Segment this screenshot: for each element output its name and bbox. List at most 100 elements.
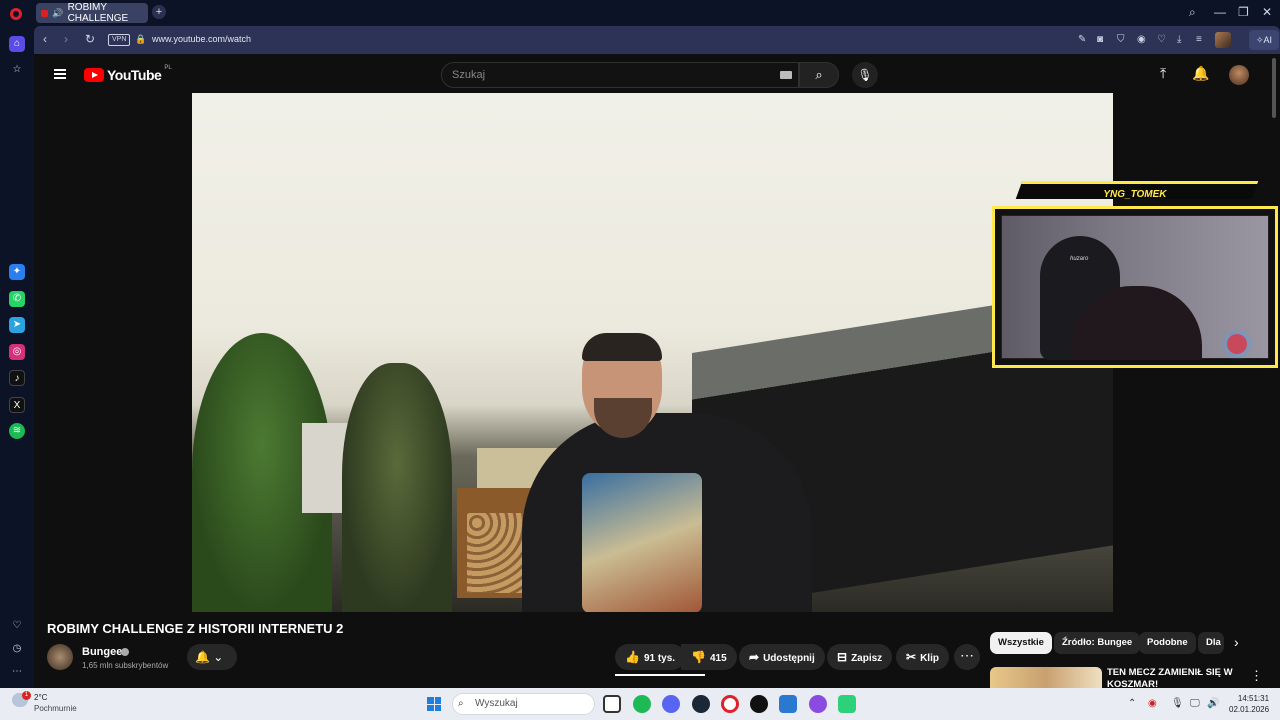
maximize-button[interactable]: ❐: [1238, 5, 1249, 19]
close-window-button[interactable]: ✕: [1262, 5, 1272, 19]
microphone-tray-icon[interactable]: 🎙: [1171, 698, 1184, 709]
chevron-right-icon[interactable]: ›: [1234, 634, 1239, 650]
clip-button[interactable]: ✂ Klip: [896, 644, 949, 670]
vpn-badge[interactable]: VPN: [108, 34, 131, 46]
voice-search-mic-icon[interactable]: 🎙: [852, 62, 878, 88]
scissors-icon: ✂: [906, 650, 917, 664]
chip-for-you[interactable]: Dla: [1198, 632, 1224, 654]
discord-taskbar-icon[interactable]: [662, 695, 680, 713]
date: 02.01.2026: [1229, 705, 1270, 714]
history-icon[interactable]: ◷: [9, 641, 25, 657]
network-icon[interactable]: 🖵: [1190, 698, 1200, 709]
profile-avatar[interactable]: [1215, 32, 1231, 48]
thumbs-up-icon: 👍: [625, 650, 640, 664]
taskbar-search[interactable]: Wyszukaj: [452, 693, 595, 715]
search-box[interactable]: Szukaj: [441, 62, 799, 88]
telegram-icon[interactable]: ➤: [9, 317, 25, 333]
bookmark-icon: ⊟: [837, 650, 848, 664]
recommendation-more-icon[interactable]: ⋮: [1250, 668, 1263, 684]
search-tabs-icon[interactable]: ⌕: [1189, 5, 1196, 20]
notifications-bell-icon[interactable]: 🔔: [1192, 65, 1209, 82]
webcam-name: YNG_TOMEK: [1103, 189, 1167, 200]
app-taskbar-icon[interactable]: [779, 695, 797, 713]
edit-icon[interactable]: ✎: [1078, 34, 1086, 45]
chevron-up-icon[interactable]: ⌃: [1128, 698, 1136, 709]
spotify-icon[interactable]: ≋: [9, 423, 25, 439]
extension-icon[interactable]: ◉: [1137, 34, 1146, 45]
youtube-play-icon: [84, 68, 104, 82]
app-taskbar-icon[interactable]: [838, 695, 856, 713]
menu-icon[interactable]: ≡: [1196, 34, 1202, 45]
download-icon[interactable]: ⤓: [1177, 34, 1181, 45]
hamburger-menu-icon[interactable]: [54, 69, 66, 79]
temperature[interactable]: 2°C: [34, 693, 47, 702]
like-count: 91 tys.: [643, 653, 676, 664]
aria-ai-button[interactable]: ✧AI: [1249, 30, 1279, 50]
save-button[interactable]: ⊟ Zapisz: [827, 644, 893, 670]
search-button[interactable]: ⌕: [799, 62, 839, 88]
like-button[interactable]: 👍 91 tys.: [615, 644, 686, 670]
opera-sidebar: ⌂ ☆ ✦ ✆ ➤ ◎ ♪ X ≋ ♡ ◷ ⋯: [0, 26, 34, 688]
forward-button[interactable]: ›: [64, 32, 68, 46]
minimize-button[interactable]: —: [1214, 5, 1226, 19]
task-view-icon[interactable]: [603, 695, 621, 713]
youtube-logo[interactable]: YouTube PL: [84, 65, 172, 83]
recommendation-title[interactable]: TEN MECZ ZAMIENIŁ SIĘ W KOSZMAR!: [1107, 667, 1247, 688]
share-button[interactable]: ➦ Udostępnij: [739, 644, 825, 670]
chip-related[interactable]: Podobne: [1139, 632, 1196, 654]
clock[interactable]: 14:51:31 02.01.2026: [1229, 693, 1269, 715]
search-input[interactable]: Szukaj: [452, 69, 485, 81]
steam-taskbar-icon[interactable]: [692, 695, 710, 713]
instagram-icon[interactable]: ◎: [9, 344, 25, 360]
opera-taskbar-icon[interactable]: [721, 695, 739, 713]
new-tab-button[interactable]: +: [152, 5, 166, 19]
webcam-feed: huzaro: [1001, 215, 1269, 360]
more-actions-icon[interactable]: ⋯: [954, 644, 980, 670]
channel-name[interactable]: Bungee: [82, 646, 122, 658]
user-avatar[interactable]: [1229, 65, 1249, 85]
back-button[interactable]: ‹: [43, 32, 47, 46]
star-icon[interactable]: ☆: [9, 62, 25, 78]
home-icon[interactable]: ⌂: [9, 36, 25, 52]
heart-icon[interactable]: ♡: [1157, 34, 1166, 45]
dislike-button[interactable]: 👎 415: [681, 644, 737, 670]
share-label: Udostępnij: [763, 653, 815, 664]
speaker-icon[interactable]: 🔊: [52, 8, 63, 19]
spotify-taskbar-icon[interactable]: [633, 695, 651, 713]
tiktok-icon[interactable]: ♪: [9, 370, 25, 386]
video-player[interactable]: [192, 93, 1113, 612]
weather-condition[interactable]: Pochmurnie: [34, 704, 77, 713]
shield-icon[interactable]: ⛉: [1117, 34, 1125, 45]
recommendation-thumbnail[interactable]: [990, 667, 1102, 688]
opera-logo-icon[interactable]: [10, 8, 22, 20]
app-taskbar-icon[interactable]: [750, 695, 768, 713]
video-title: ROBIMY CHALLENGE Z HISTORII INTERNETU 2: [47, 621, 344, 636]
subscriber-count: 1,65 mln subskrybentów: [82, 661, 169, 670]
volume-icon[interactable]: 🔊: [1207, 698, 1219, 709]
messenger-icon[interactable]: ✦: [9, 264, 25, 280]
windows-start-icon[interactable]: [427, 697, 441, 711]
reload-button[interactable]: ↻: [85, 32, 95, 46]
more-icon[interactable]: ⋯: [9, 664, 25, 680]
url-field[interactable]: www.youtube.com/watch: [152, 34, 251, 44]
scrollbar[interactable]: [1272, 58, 1276, 118]
youtube-page: YouTube PL Szukaj ⌕ 🎙 ⤒ 🔔 YNG_TOMEK huza…: [34, 54, 1280, 688]
chip-all[interactable]: Wszystkie: [990, 632, 1052, 654]
app-tray-icon[interactable]: ◉: [1148, 698, 1157, 709]
camera-icon[interactable]: ◙: [1097, 34, 1103, 45]
chip-source[interactable]: Źródło: Bungee: [1054, 632, 1141, 654]
youtube-favicon-icon: [41, 9, 49, 17]
webcam-overlay: huzaro: [992, 206, 1278, 368]
keyboard-icon[interactable]: [780, 71, 792, 79]
heart-icon[interactable]: ♡: [9, 618, 25, 634]
upload-icon[interactable]: ⤒: [1160, 65, 1166, 82]
time: 14:51:31: [1237, 694, 1270, 703]
hoodie-print: [582, 473, 702, 612]
app-taskbar-icon[interactable]: [809, 695, 827, 713]
channel-avatar[interactable]: [47, 644, 73, 670]
lock-icon[interactable]: 🔒: [135, 34, 146, 45]
x-icon[interactable]: X: [9, 397, 25, 413]
subscribed-bell-button[interactable]: 🔔 ⌄: [187, 644, 237, 670]
whatsapp-icon[interactable]: ✆: [9, 291, 25, 307]
browser-tab-active[interactable]: 🔊 ROBIMY CHALLENGE: [36, 2, 148, 24]
